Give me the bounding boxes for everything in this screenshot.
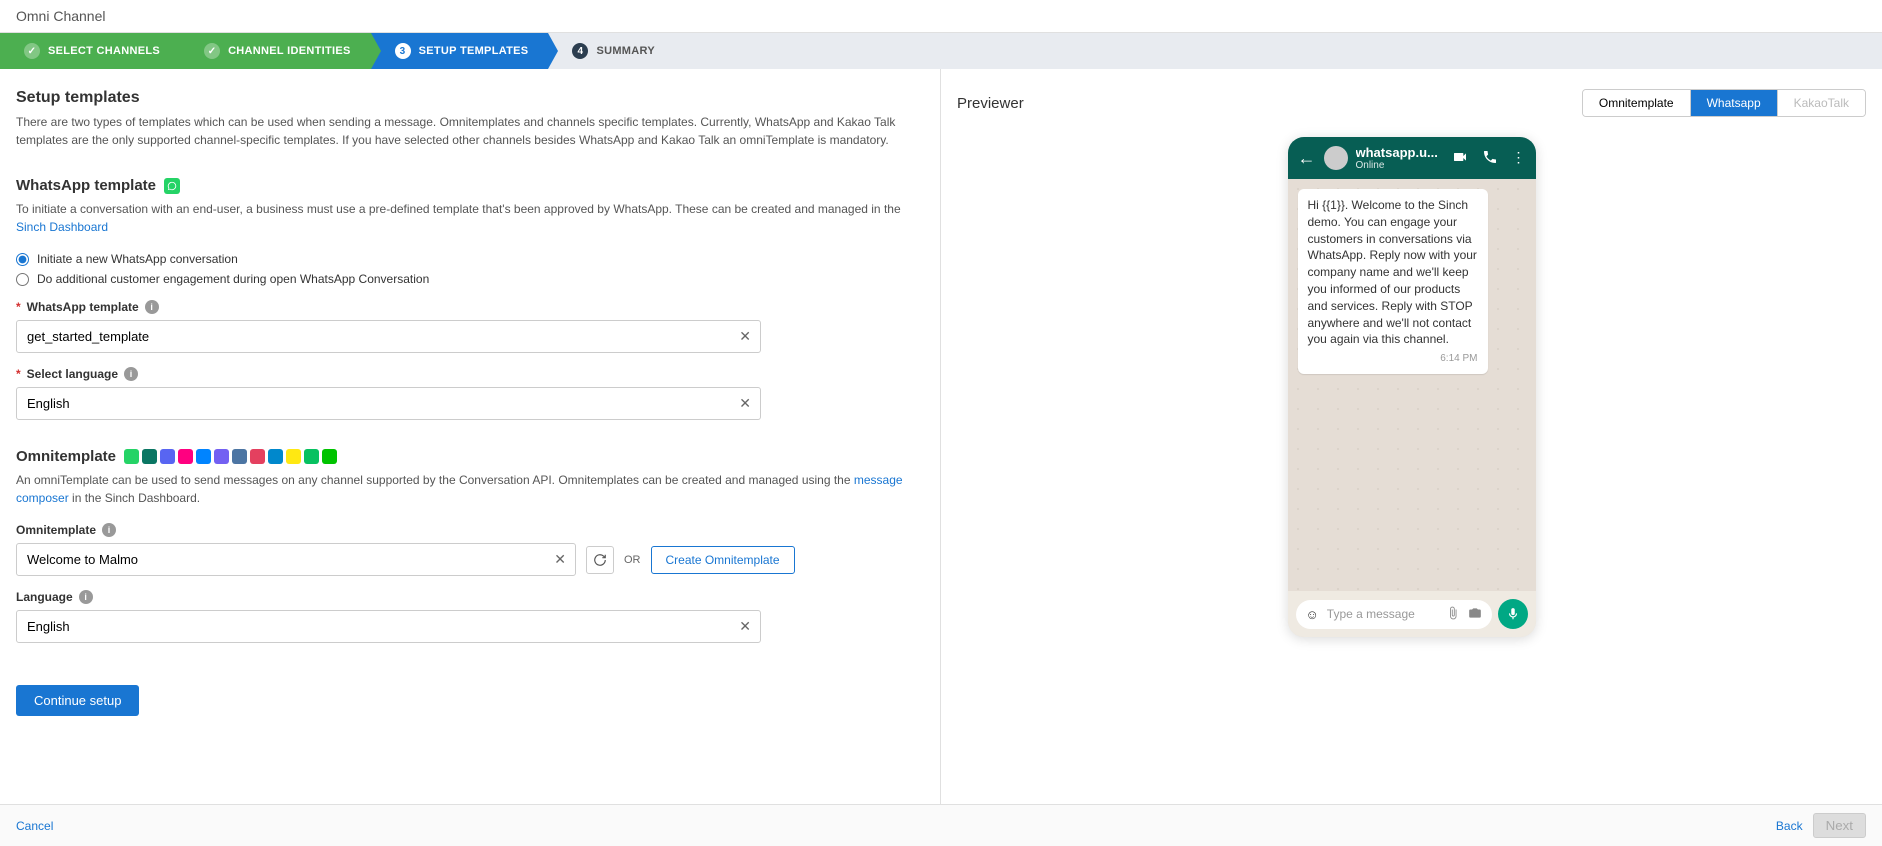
info-icon[interactable]: i: [124, 367, 138, 381]
message-text: Hi {{1}}. Welcome to the Sinch demo. You…: [1308, 197, 1478, 348]
tab-whatsapp[interactable]: Whatsapp: [1691, 90, 1778, 116]
whatsapp-icon: [164, 178, 180, 194]
clear-icon[interactable]: ✕: [739, 618, 751, 635]
page-header: Omni Channel: [0, 0, 1882, 33]
channel-icon: [178, 449, 193, 464]
whatsapp-language-input[interactable]: [16, 387, 761, 420]
instagram-icon: [250, 449, 265, 464]
clear-icon[interactable]: ✕: [739, 395, 751, 412]
input-bar: ☺ Type a message: [1288, 591, 1536, 637]
message-bubble: Hi {{1}}. Welcome to the Sinch demo. You…: [1298, 189, 1488, 374]
whatsapp-preview: ← whatsapp.u... Online ⋮ Hi {{1}}. Welco…: [1288, 137, 1536, 637]
kakaotalk-icon: [286, 449, 301, 464]
contact-name: whatsapp.u...: [1356, 145, 1444, 160]
channel-icon-strip: [124, 449, 337, 464]
back-arrow-icon[interactable]: ←: [1298, 148, 1316, 169]
left-panel: Setup templates There are two types of t…: [0, 69, 941, 805]
step-channel-identities[interactable]: ✓ CHANNEL IDENTITIES: [180, 33, 371, 69]
whatsapp-section-title: WhatsApp template: [16, 177, 180, 194]
right-panel: Previewer Omnitemplate Whatsapp KakaoTal…: [941, 69, 1882, 805]
chat-body: Hi {{1}}. Welcome to the Sinch demo. You…: [1288, 179, 1536, 591]
refresh-button[interactable]: [586, 546, 614, 574]
step-number: 4: [572, 43, 588, 59]
omni-desc: An omniTemplate can be used to send mess…: [16, 471, 924, 507]
sinch-dashboard-link[interactable]: Sinch Dashboard: [16, 220, 108, 234]
camera-icon[interactable]: [1468, 606, 1482, 623]
step-label: SUMMARY: [596, 45, 655, 57]
back-link[interactable]: Back: [1776, 819, 1803, 833]
message-time: 6:14 PM: [1308, 352, 1478, 366]
omnitemplate-input[interactable]: [16, 543, 576, 576]
setup-title: Setup templates: [16, 89, 924, 107]
omnitemplate-label: Omnitemplate i: [16, 523, 924, 537]
refresh-icon: [593, 553, 607, 567]
whatsapp-title-text: WhatsApp template: [16, 177, 156, 194]
input-placeholder: Type a message: [1327, 607, 1438, 621]
tab-kakaotalk: KakaoTalk: [1778, 90, 1865, 116]
step-select-channels[interactable]: ✓ SELECT CHANNELS: [0, 33, 180, 69]
step-label: SETUP TEMPLATES: [419, 45, 529, 57]
create-omnitemplate-button[interactable]: Create Omnitemplate: [651, 546, 795, 574]
whatsapp-template-label: *WhatsApp template i: [16, 300, 924, 314]
stepper: ✓ SELECT CHANNELS ✓ CHANNEL IDENTITIES 3…: [0, 33, 1882, 69]
line-icon: [322, 449, 337, 464]
step-summary[interactable]: 4 SUMMARY: [548, 33, 675, 69]
step-label: SELECT CHANNELS: [48, 45, 160, 57]
info-icon[interactable]: i: [102, 523, 116, 537]
setup-desc: There are two types of templates which c…: [16, 113, 924, 149]
attach-icon[interactable]: [1446, 606, 1460, 623]
footer: Cancel Back Next: [0, 804, 1882, 846]
contact-status: Online: [1356, 160, 1444, 171]
video-call-icon[interactable]: [1452, 149, 1468, 168]
message-input[interactable]: ☺ Type a message: [1296, 600, 1492, 629]
radio-additional-input[interactable]: [16, 273, 29, 286]
or-text: OR: [624, 554, 641, 566]
channel-icon: [232, 449, 247, 464]
whatsapp-desc: To initiate a conversation with an end-u…: [16, 200, 924, 236]
info-icon[interactable]: i: [79, 590, 93, 604]
emoji-icon[interactable]: ☺: [1306, 607, 1319, 622]
avatar: [1324, 146, 1348, 170]
radio-label: Do additional customer engagement during…: [37, 272, 429, 286]
next-button: Next: [1813, 813, 1866, 838]
channel-icon: [142, 449, 157, 464]
tab-omnitemplate[interactable]: Omnitemplate: [1583, 90, 1691, 116]
step-setup-templates[interactable]: 3 SETUP TEMPLATES: [371, 33, 549, 69]
messenger-icon: [196, 449, 211, 464]
whatsapp-header: ← whatsapp.u... Online ⋮: [1288, 137, 1536, 179]
mic-button[interactable]: [1498, 599, 1528, 629]
header-title: Omni Channel: [16, 8, 106, 24]
channel-icon: [160, 449, 175, 464]
omni-title-text: Omnitemplate: [16, 448, 116, 465]
info-icon[interactable]: i: [145, 300, 159, 314]
whatsapp-template-input[interactable]: [16, 320, 761, 353]
more-icon[interactable]: ⋮: [1512, 149, 1526, 168]
step-label: CHANNEL IDENTITIES: [228, 45, 351, 57]
continue-setup-button[interactable]: Continue setup: [16, 685, 139, 716]
clear-icon[interactable]: ✕: [554, 551, 566, 568]
radio-initiate[interactable]: Initiate a new WhatsApp conversation: [16, 252, 924, 266]
radio-additional[interactable]: Do additional customer engagement during…: [16, 272, 924, 286]
previewer-title: Previewer: [957, 95, 1024, 112]
check-icon: ✓: [24, 43, 40, 59]
radio-label: Initiate a new WhatsApp conversation: [37, 252, 238, 266]
step-number: 3: [395, 43, 411, 59]
cancel-link[interactable]: Cancel: [16, 819, 53, 833]
previewer-tabs: Omnitemplate Whatsapp KakaoTalk: [1582, 89, 1866, 117]
omni-language-label: Language i: [16, 590, 924, 604]
check-icon: ✓: [204, 43, 220, 59]
omnitemplate-section-title: Omnitemplate: [16, 448, 337, 465]
radio-initiate-input[interactable]: [16, 253, 29, 266]
omni-language-input[interactable]: [16, 610, 761, 643]
telegram-icon: [268, 449, 283, 464]
viber-icon: [214, 449, 229, 464]
clear-icon[interactable]: ✕: [739, 328, 751, 345]
wechat-icon: [304, 449, 319, 464]
whatsapp-mini-icon: [124, 449, 139, 464]
whatsapp-language-label: *Select language i: [16, 367, 924, 381]
voice-call-icon[interactable]: [1482, 149, 1498, 168]
